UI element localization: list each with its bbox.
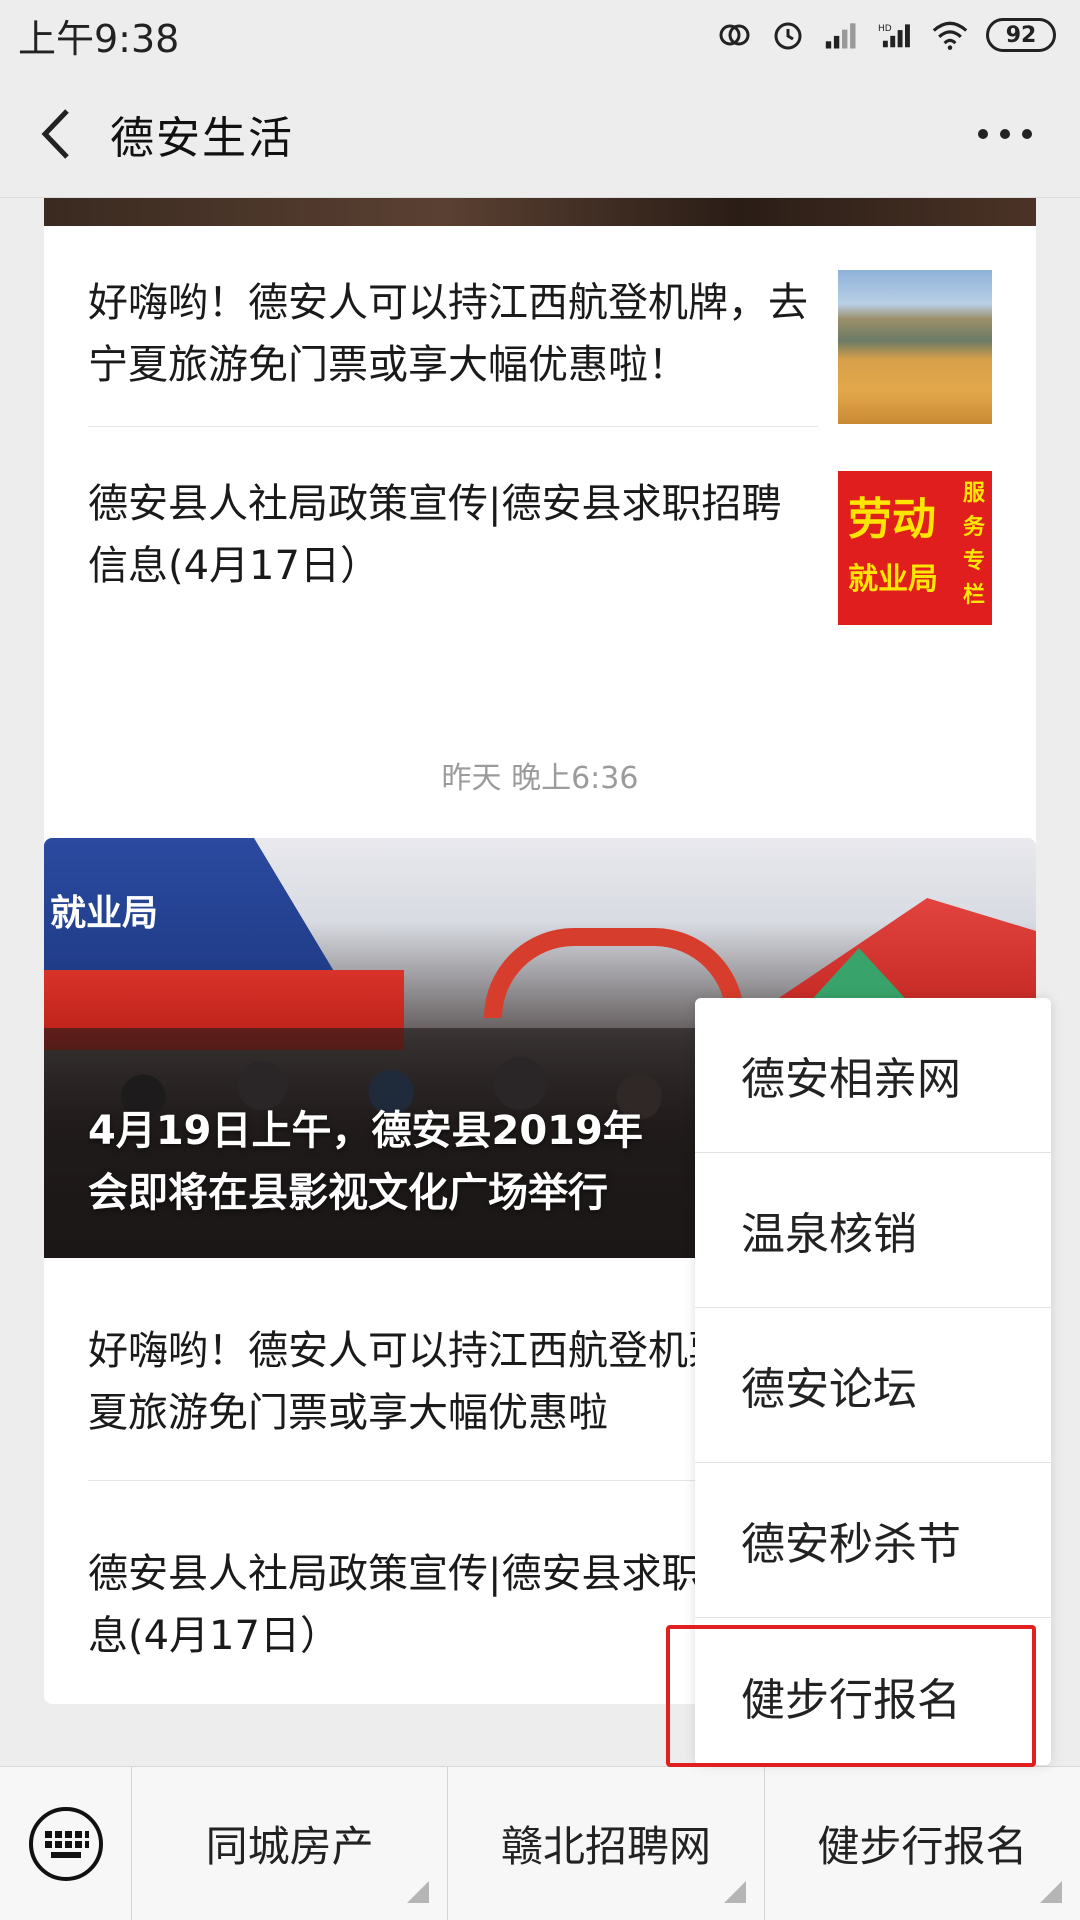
highlight-annotation-box [666, 1625, 1036, 1767]
submenu-item-flash-sale[interactable]: 德安秒杀节 [695, 1463, 1051, 1618]
submenu-item-hotspring[interactable]: 温泉核销 [695, 1153, 1051, 1308]
article-item[interactable]: 好嗨哟！德安人可以持江西航登机牌，去宁夏旅游免门票或享大幅优惠啦！ [88, 226, 992, 426]
article-title: 德安县人社局政策宣传|德安县求职招聘信息(4月17日） [88, 481, 782, 589]
message-timestamp: 昨天 晚上6:36 [441, 761, 639, 796]
sync-icon [716, 17, 752, 53]
menu-tab-jobs[interactable]: 赣北招聘网 [448, 1766, 765, 1920]
menu-tab-label: 同城房产 [205, 1822, 374, 1871]
article-thumbnail [838, 270, 992, 424]
submenu-indicator-icon [1039, 1880, 1062, 1903]
more-dots-icon [978, 129, 1032, 139]
submenu-item-label: 德安相亲网 [741, 1054, 961, 1105]
keyboard-toggle-button[interactable] [0, 1766, 132, 1920]
logo-text: 劳动 [848, 494, 936, 545]
svg-text:HD: HD [878, 24, 892, 34]
chevron-left-icon [41, 108, 69, 159]
cover-image-strip [44, 198, 1036, 226]
article-title: 好嗨哟！德安人可以持江西航登机牌，去宁夏旅游免门票或享大幅优惠啦！ [88, 280, 808, 388]
menu-tab-label: 赣北招聘网 [500, 1822, 711, 1871]
wifi-icon [932, 17, 968, 53]
labor-bureau-logo: 劳动 就业局 服务专栏 [838, 471, 992, 625]
page-title: 德安生活 [110, 112, 294, 164]
nav-header: 德安生活 [0, 70, 1080, 198]
submenu-item-label: 温泉核销 [741, 1209, 917, 1260]
image-text: 就业局 [50, 893, 159, 934]
signal-icon [824, 17, 860, 53]
logo-text: 服务专栏 [962, 481, 985, 608]
logo-text: 就业局 [848, 562, 938, 597]
hd-signal-icon: HD [878, 17, 914, 53]
submenu-item-label: 德安论坛 [741, 1364, 917, 1415]
article-item[interactable]: 德安县人社局政策宣传|德安县求职招聘信息(4月17日） 劳动 就业局 服务专栏 [88, 427, 992, 627]
menu-tab-housing[interactable]: 同城房产 [132, 1766, 449, 1920]
submenu-item-label: 德安秒杀节 [741, 1519, 961, 1570]
menu-tab-label: 健步行报名 [817, 1822, 1028, 1871]
status-icons: HD 92 [716, 17, 1056, 53]
hero-image [764, 898, 1036, 1008]
more-button[interactable] [960, 70, 1050, 198]
status-bar: 上午9:38 HD 92 [0, 0, 1080, 70]
back-button[interactable] [0, 70, 110, 198]
status-time: 上午9:38 [18, 16, 180, 61]
keyboard-icon [28, 1806, 103, 1881]
submenu-item-dating[interactable]: 德安相亲网 [695, 998, 1051, 1153]
submenu-indicator-icon [407, 1880, 430, 1903]
alarm-icon [770, 17, 806, 53]
battery-icon: 92 [986, 18, 1056, 52]
submenu-indicator-icon [723, 1880, 746, 1903]
bottom-menu-bar: 同城房产 赣北招聘网 健步行报名 [0, 1766, 1080, 1920]
submenu-item-forum[interactable]: 德安论坛 [695, 1308, 1051, 1463]
menu-tab-walk-signup[interactable]: 健步行报名 [765, 1767, 1080, 1920]
